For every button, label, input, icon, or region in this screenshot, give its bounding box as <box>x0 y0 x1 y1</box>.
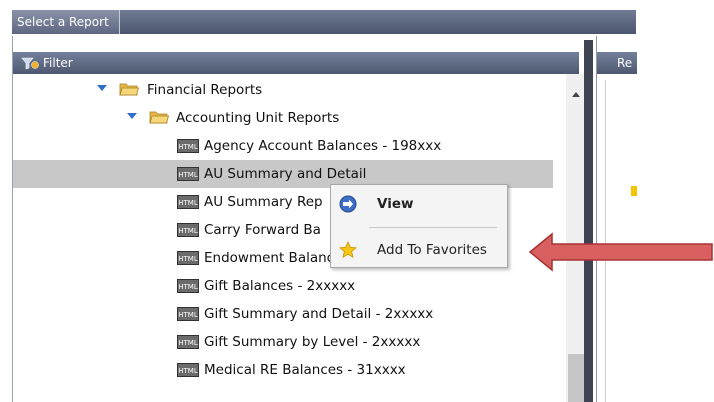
svg-text:HTML: HTML <box>178 199 198 207</box>
scroll-up-icon[interactable] <box>572 92 580 97</box>
report-item[interactable]: HTML Agency Account Balances - 198xxx <box>13 132 553 160</box>
filter-label: Filter <box>43 56 73 70</box>
report-label: Gift Summary by Level - 2xxxxx <box>204 334 421 350</box>
menu-item-view[interactable]: View <box>331 187 507 221</box>
svg-text:HTML: HTML <box>178 255 198 263</box>
tree-node-accounting-unit-reports[interactable]: Accounting Unit Reports <box>13 104 553 132</box>
star-icon <box>339 241 357 259</box>
folder-open-icon <box>119 83 139 96</box>
star-icon <box>631 186 637 196</box>
report-label: Agency Account Balances - 198xxx <box>204 138 442 154</box>
filter-icon <box>21 57 39 70</box>
svg-text:HTML: HTML <box>178 339 198 347</box>
svg-text:HTML: HTML <box>178 171 198 179</box>
menu-item-label: View <box>377 196 414 212</box>
report-item[interactable]: HTML Gift Summary by Level - 2xxxxx <box>13 328 553 356</box>
context-menu: View Add To Favorites <box>330 184 508 268</box>
tree-node-label: Financial Reports <box>147 82 263 98</box>
panel-splitter[interactable] <box>584 40 593 402</box>
report-item[interactable]: HTML Medical RE Balances - 31xxxx <box>13 356 553 384</box>
annotation-arrow <box>528 232 713 272</box>
menu-divider <box>369 227 497 228</box>
html-report-icon: HTML <box>177 251 199 265</box>
top-bar: Select a Report <box>12 10 636 34</box>
report-label: Gift Summary and Detail - 2xxxxx <box>204 306 434 322</box>
html-report-icon: HTML <box>177 223 199 237</box>
tree-node-label: Accounting Unit Reports <box>176 110 340 126</box>
svg-text:HTML: HTML <box>178 367 198 375</box>
html-report-icon: HTML <box>177 139 199 153</box>
html-report-icon: HTML <box>177 307 199 321</box>
svg-text:HTML: HTML <box>178 143 198 151</box>
html-report-icon: HTML <box>177 279 199 293</box>
tab-select-a-report[interactable]: Select a Report <box>12 10 120 34</box>
report-panel-header: Re <box>597 52 637 74</box>
menu-item-label: Add To Favorites <box>377 242 487 258</box>
menu-item-add-to-favorites[interactable]: Add To Favorites <box>331 233 507 267</box>
report-label: Medical RE Balances - 31xxxx <box>204 362 406 378</box>
html-report-icon: HTML <box>177 167 199 181</box>
html-report-icon: HTML <box>177 363 199 377</box>
svg-text:HTML: HTML <box>178 227 198 235</box>
html-report-icon: HTML <box>177 195 199 209</box>
report-label: Gift Balances - 2xxxxx <box>204 278 356 294</box>
report-label: Carry Forward Ba <box>204 222 321 238</box>
tree-node-financial-reports[interactable]: Financial Reports <box>13 76 553 104</box>
expand-arrow-icon[interactable] <box>97 85 107 91</box>
expand-arrow-icon[interactable] <box>127 113 137 119</box>
svg-text:HTML: HTML <box>178 311 198 319</box>
filter-header[interactable]: Filter <box>13 52 579 74</box>
html-report-icon: HTML <box>177 335 199 349</box>
report-panel: Re <box>596 36 637 402</box>
view-arrow-icon <box>339 195 357 213</box>
report-item[interactable]: HTML Gift Summary and Detail - 2xxxxx <box>13 300 553 328</box>
svg-text:HTML: HTML <box>178 283 198 291</box>
report-label: AU Summary Rep <box>204 194 323 210</box>
report-item[interactable]: HTML Gift Balances - 2xxxxx <box>13 272 553 300</box>
folder-open-icon <box>149 111 169 124</box>
